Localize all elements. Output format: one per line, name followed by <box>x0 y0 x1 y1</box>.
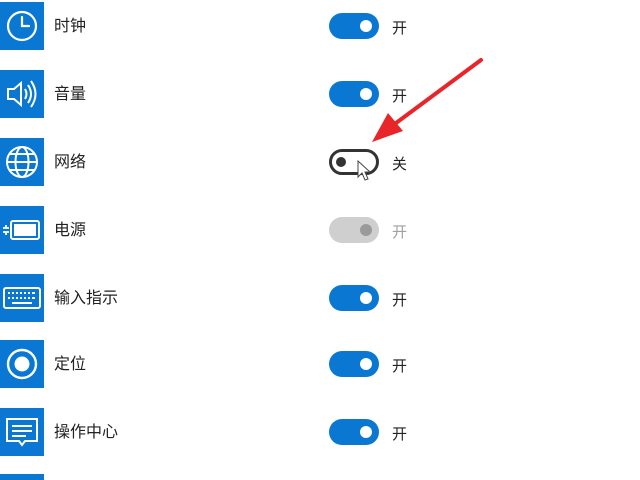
location-icon <box>0 340 44 388</box>
setting-row-action-center: 操作中心 开 <box>0 408 640 456</box>
toggle-knob <box>360 20 372 32</box>
keyboard-icon <box>0 274 44 322</box>
setting-row-input-indicator: 输入指示 开 <box>0 274 640 322</box>
setting-row-location: 定位 开 <box>0 340 640 388</box>
setting-label-action-center: 操作中心 <box>54 422 119 441</box>
toggle-knob <box>360 88 372 100</box>
setting-row-volume: 音量 开 <box>0 70 640 118</box>
toggle-state-location: 开 <box>392 357 408 375</box>
toggle-input-indicator[interactable] <box>329 285 379 311</box>
toggle-knob <box>360 224 372 236</box>
toggle-location[interactable] <box>329 351 379 377</box>
setting-label-clock: 时钟 <box>54 16 87 35</box>
setting-row-network: 网络 关 <box>0 138 640 186</box>
toggle-clock[interactable] <box>329 13 379 39</box>
setting-row-power: 电源 开 <box>0 206 640 254</box>
toggle-state-clock: 开 <box>392 19 408 37</box>
toggle-network[interactable] <box>329 149 379 175</box>
toggle-action-center[interactable] <box>329 419 379 445</box>
toggle-state-network: 关 <box>392 155 408 173</box>
toggle-knob <box>360 426 372 438</box>
toggle-power <box>329 217 379 243</box>
volume-icon <box>0 70 44 118</box>
setting-label-input-indicator: 输入指示 <box>54 288 119 307</box>
toggle-state-power: 开 <box>392 223 408 241</box>
setting-label-power: 电源 <box>54 220 87 239</box>
setting-label-location: 定位 <box>54 354 87 373</box>
toggle-volume[interactable] <box>329 81 379 107</box>
setting-row-clock: 时钟 开 <box>0 2 640 50</box>
toggle-state-volume: 开 <box>392 87 408 105</box>
setting-row-next-partial <box>0 474 44 480</box>
battery-power-icon <box>0 206 44 254</box>
toggle-state-input-indicator: 开 <box>392 291 408 309</box>
clock-icon <box>0 2 44 50</box>
action-center-icon <box>0 408 44 456</box>
toggle-knob <box>360 292 372 304</box>
network-globe-icon <box>0 138 44 186</box>
setting-label-network: 网络 <box>54 152 87 171</box>
toggle-state-action-center: 开 <box>392 425 408 443</box>
toggle-knob <box>360 358 372 370</box>
toggle-knob <box>336 157 346 167</box>
setting-label-volume: 音量 <box>54 84 87 103</box>
